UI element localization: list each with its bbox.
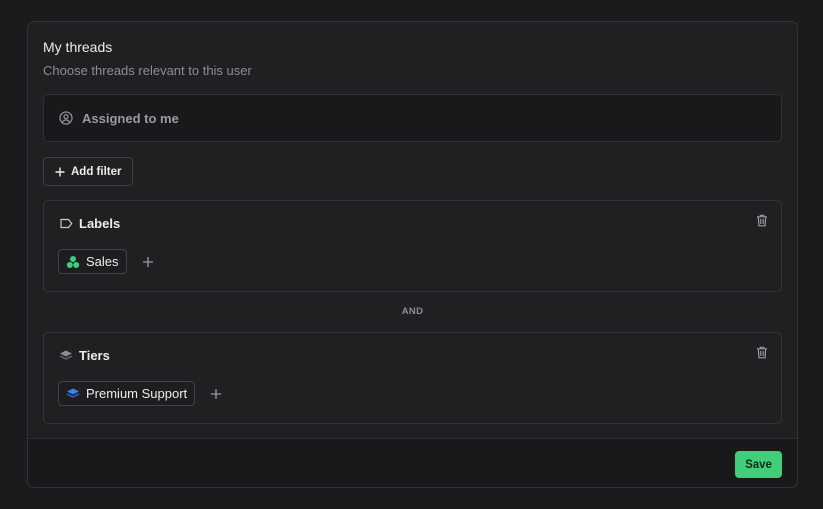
- labels-filter-card: Labels Sales: [43, 200, 782, 292]
- tier-chip-premium-support-text: Premium Support: [86, 386, 188, 401]
- assigned-to-me-label: Assigned to me: [82, 110, 179, 126]
- tiers-filter-card: Tiers Premium Support: [43, 332, 782, 424]
- tag-icon: [59, 217, 73, 231]
- tier-chip-premium-support[interactable]: Premium Support: [58, 381, 196, 406]
- and-separator: AND: [401, 306, 424, 317]
- my-threads-panel: My threads Choose threads relevant to th…: [27, 21, 798, 488]
- delete-tiers-filter-button[interactable]: [754, 344, 770, 360]
- plus-icon: [54, 166, 66, 178]
- trash-icon: [756, 346, 768, 359]
- panel-subtitle: Choose threads relevant to this user: [43, 63, 252, 78]
- panel-footer: Save: [28, 438, 797, 487]
- add-filter-button[interactable]: Add filter: [43, 157, 134, 186]
- layers-icon: [65, 386, 80, 401]
- delete-labels-filter-button[interactable]: [754, 212, 770, 228]
- add-tier-button[interactable]: [209, 387, 223, 401]
- user-circle-icon: [58, 110, 74, 126]
- save-button[interactable]: Save: [735, 451, 782, 478]
- layers-icon: [59, 349, 73, 363]
- label-chip-sales-text: Sales: [86, 254, 119, 269]
- trash-icon: [756, 214, 768, 227]
- add-label-button[interactable]: [141, 255, 155, 269]
- labels-filter-title: Labels: [79, 216, 121, 231]
- add-filter-label: Add filter: [71, 165, 122, 178]
- assigned-to-me-option[interactable]: Assigned to me: [43, 94, 782, 142]
- plus-icon: [210, 388, 222, 400]
- label-chip-sales[interactable]: Sales: [58, 249, 127, 274]
- tiers-filter-header: Tiers: [59, 348, 110, 363]
- labels-chip-row: Sales: [58, 249, 155, 274]
- label-dots-icon: [65, 254, 80, 269]
- tiers-chip-row: Premium Support: [58, 381, 223, 406]
- plus-icon: [142, 256, 154, 268]
- labels-filter-header: Labels: [59, 216, 120, 231]
- panel-title: My threads: [43, 39, 113, 55]
- tiers-filter-title: Tiers: [79, 348, 110, 363]
